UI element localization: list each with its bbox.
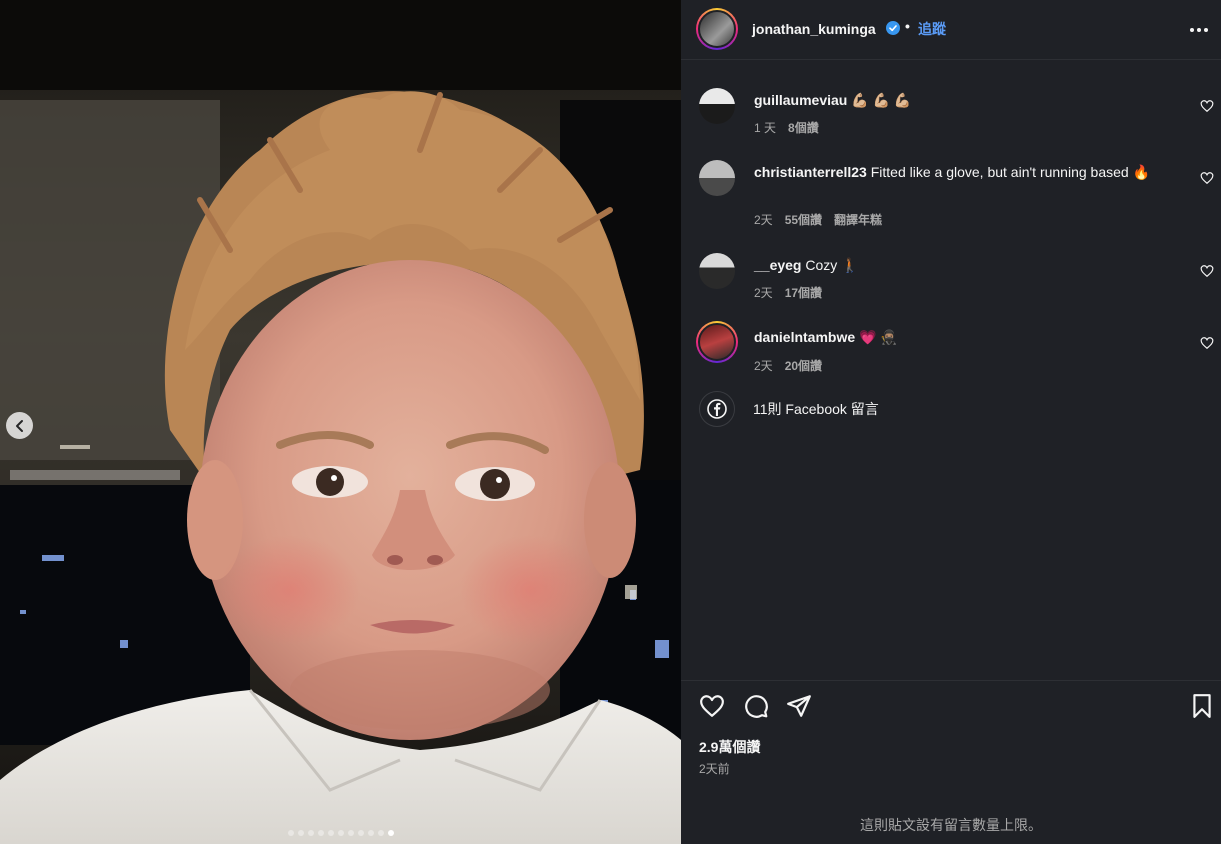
facebook-icon-wrapper — [699, 391, 735, 427]
comment-text: christianterrell23 Fitted like a glove, … — [754, 163, 1174, 182]
comment-meta: 2天 55個讚 翻譯年糕 — [754, 211, 882, 228]
carousel-dot — [307, 830, 314, 836]
comment-body: Cozy 🚶🏾 — [805, 257, 859, 273]
facebook-comments-link[interactable]: 11則 Facebook 留言 — [699, 391, 879, 427]
commenter-avatar[interactable] — [696, 321, 738, 363]
share-icon[interactable] — [786, 693, 812, 719]
carousel-dot — [387, 830, 394, 836]
carousel-dot — [367, 830, 374, 836]
heart-icon[interactable] — [1200, 264, 1214, 278]
comment-meta: 2天 20個讚 — [754, 357, 822, 374]
carousel-dot — [297, 830, 304, 836]
carousel-dot — [337, 830, 344, 836]
author-avatar[interactable] — [696, 8, 738, 50]
comment-body: 💪🏼 💪🏼 💪🏼 — [851, 92, 912, 108]
post-header: jonathan_kuminga • 追蹤 — [681, 0, 1221, 60]
commenter-username[interactable]: guillaumeviau — [754, 92, 847, 108]
commenter-avatar[interactable] — [699, 253, 735, 289]
comment-body: 💗 🥷🏽 — [859, 329, 898, 345]
heart-icon[interactable] — [1200, 171, 1214, 185]
facebook-comments-label: 11則 Facebook 留言 — [753, 401, 879, 417]
post-timestamp[interactable]: 2天前 — [699, 760, 730, 777]
comment-meta: 1 天 8個讚 — [754, 119, 819, 136]
heart-icon[interactable] — [699, 693, 725, 719]
commenter-username[interactable]: __eyeg — [754, 257, 801, 273]
comment-time: 2天 — [754, 213, 773, 227]
carousel-dot — [347, 830, 354, 836]
translate-link[interactable]: 翻譯年糕 — [834, 211, 882, 228]
comment-limit-notice: 這則貼文設有留言數量上限。 — [860, 817, 1042, 833]
carousel-dot — [377, 830, 384, 836]
carousel-dot — [317, 830, 324, 836]
comment-time: 2天 — [754, 286, 773, 300]
carousel-indicator — [0, 830, 681, 836]
carousel-dot — [357, 830, 364, 836]
comment-icon[interactable] — [743, 693, 769, 719]
commenter-username[interactable]: danielntambwe — [754, 329, 855, 345]
carousel-dot — [287, 830, 294, 836]
heart-icon[interactable] — [1200, 99, 1214, 113]
commenter-username[interactable]: christianterrell23 — [754, 164, 867, 180]
comment-text: guillaumeviau 💪🏼 💪🏼 💪🏼 — [754, 91, 1174, 110]
comment-likes[interactable]: 17個讚 — [785, 284, 822, 301]
post-media — [0, 0, 681, 844]
comment-meta: 2天 17個讚 — [754, 284, 822, 301]
bookmark-icon[interactable] — [1189, 693, 1215, 719]
verified-icon — [886, 21, 900, 35]
comment-body: Fitted like a glove, but ain't running b… — [870, 164, 1151, 180]
facebook-icon — [707, 399, 727, 419]
comment-time: 1 天 — [754, 121, 777, 135]
follow-button[interactable]: 追蹤 — [918, 19, 946, 39]
header-separator: • — [905, 18, 910, 34]
comment-time: 2天 — [754, 359, 773, 373]
author-username[interactable]: jonathan_kuminga — [752, 21, 876, 37]
chevron-left-icon — [15, 419, 23, 432]
more-icon[interactable] — [1188, 19, 1210, 41]
post-actions — [681, 680, 1221, 800]
like-count[interactable]: 2.9萬個讚 — [699, 737, 760, 757]
comment-likes[interactable]: 55個讚 — [785, 211, 822, 228]
comment-likes[interactable]: 8個讚 — [788, 119, 819, 136]
post-photo — [0, 0, 681, 844]
carousel-dot — [327, 830, 334, 836]
comment-text: __eyeg Cozy 🚶🏾 — [754, 256, 1174, 275]
post-details-pane: jonathan_kuminga • 追蹤 guillaumeviau 💪🏼 💪… — [681, 0, 1221, 844]
comment-likes[interactable]: 20個讚 — [785, 357, 822, 374]
commenter-avatar[interactable] — [699, 88, 735, 124]
comment-text: danielntambwe 💗 🥷🏽 — [754, 328, 1174, 347]
commenter-avatar[interactable] — [699, 160, 735, 196]
heart-icon[interactable] — [1200, 336, 1214, 350]
carousel-prev-button[interactable] — [6, 412, 33, 439]
